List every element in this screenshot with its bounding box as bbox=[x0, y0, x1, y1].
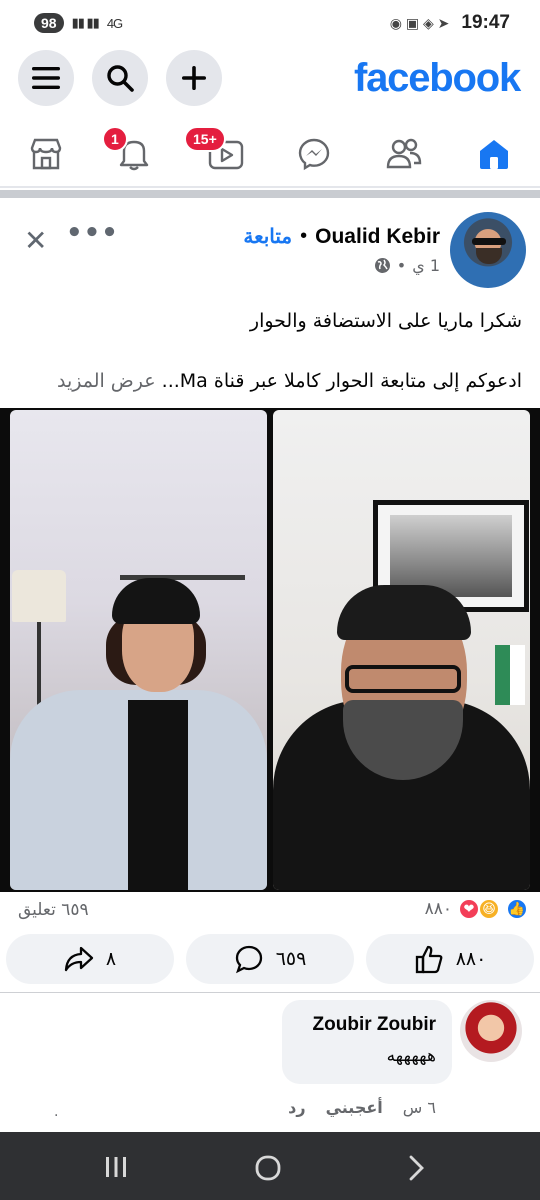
hide-post-button[interactable]: ✕ bbox=[24, 224, 47, 257]
comments-divider bbox=[0, 992, 540, 993]
feed-separator bbox=[0, 190, 540, 198]
author-line: Oualid Kebir • متابعة bbox=[243, 224, 440, 249]
like-count: ٨٨٠ bbox=[455, 948, 487, 970]
commenter-avatar[interactable] bbox=[460, 1000, 522, 1062]
love-reaction-icon: ❤ bbox=[458, 898, 480, 920]
author-name[interactable]: Oualid Kebir bbox=[315, 225, 440, 249]
clock: 19:47 bbox=[461, 12, 510, 33]
tab-bar: 1 15+ bbox=[0, 118, 540, 188]
comment-like-button[interactable]: أعجبني bbox=[326, 1098, 383, 1117]
avatar-glasses bbox=[472, 238, 506, 245]
share-icon bbox=[64, 946, 94, 972]
follow-button[interactable]: متابعة bbox=[243, 224, 292, 249]
post-text-line-2: ادعوكم إلى متابعة الحوار كاملا عبر قناة … bbox=[57, 370, 522, 392]
tab-notifications[interactable]: 1 bbox=[102, 126, 164, 182]
haha-reaction-icon: 😆 bbox=[478, 898, 500, 920]
home-nav-button[interactable] bbox=[254, 1154, 282, 1189]
notification-status-icons: ◉ ▣ ◈ ➤ bbox=[389, 14, 450, 31]
reaction-count: ٨٨٠ bbox=[424, 899, 452, 919]
comment-button[interactable]: ٦٥٩ bbox=[186, 934, 354, 984]
comment-action-count: ٦٥٩ bbox=[275, 948, 307, 970]
post-text-truncated: ادعوكم إلى متابعة الحوار كاملا عبر قناة … bbox=[161, 370, 522, 392]
commenter-name[interactable]: Zoubir Zoubir bbox=[298, 1014, 436, 1036]
globe-icon bbox=[374, 258, 390, 273]
home-circle-icon bbox=[255, 1155, 281, 1181]
recents-button[interactable] bbox=[104, 1154, 128, 1187]
share-button[interactable]: ٨ bbox=[6, 934, 174, 984]
tab-divider bbox=[0, 186, 540, 188]
search-icon bbox=[107, 65, 134, 92]
more-options-button[interactable]: ••• bbox=[66, 218, 119, 248]
lamp-shade bbox=[12, 570, 66, 622]
tab-home[interactable] bbox=[464, 126, 524, 182]
flag bbox=[495, 645, 525, 705]
post-meta: 1 ي • bbox=[374, 256, 440, 275]
see-more-link[interactable]: عرض المزيد bbox=[57, 370, 156, 392]
post-header: Oualid Kebir • متابعة 1 ي • ••• ✕ bbox=[0, 198, 540, 298]
man-glasses bbox=[345, 665, 461, 693]
tab-marketplace[interactable] bbox=[16, 126, 76, 182]
facebook-logo[interactable]: facebook bbox=[354, 56, 521, 101]
create-button[interactable] bbox=[166, 50, 222, 106]
author-avatar[interactable] bbox=[450, 212, 526, 288]
back-button[interactable] bbox=[406, 1154, 426, 1189]
man-hair bbox=[337, 585, 471, 640]
signal-icon: ▮▮ ▮▮ bbox=[71, 15, 100, 30]
tab-messenger[interactable] bbox=[284, 126, 344, 182]
like-reaction-icon: 👍 bbox=[506, 898, 528, 920]
battery-indicator: 98 bbox=[34, 13, 64, 33]
comment-bubble[interactable]: Zoubir Zoubir هههههه bbox=[282, 1000, 452, 1084]
post-text-line-1: شكرا ماريا على الاستضافة والحوار bbox=[249, 310, 522, 332]
comment-meta: ٦ س أعجبني رد bbox=[288, 1098, 436, 1117]
messenger-icon bbox=[298, 138, 330, 171]
friends-icon bbox=[386, 138, 422, 169]
share-count: ٨ bbox=[105, 948, 117, 970]
avatar-beard bbox=[476, 248, 502, 264]
like-icon bbox=[415, 945, 443, 974]
comment-dot: . bbox=[54, 1104, 59, 1120]
status-bar: 98 ▮▮ ▮▮ 4G ◉ ▣ ◈ ➤ 19:47 bbox=[0, 0, 540, 46]
post-video[interactable] bbox=[0, 408, 540, 892]
tab-friends[interactable] bbox=[374, 126, 434, 182]
notification-badge: 1 bbox=[102, 126, 128, 152]
comment-count[interactable]: ٦٥٩ تعليق bbox=[18, 900, 89, 920]
menu-icon bbox=[32, 67, 60, 89]
reaction-icons: 👍 😆 ❤ ٨٨٠ bbox=[425, 898, 528, 920]
network-type: 4G bbox=[106, 15, 123, 31]
post-actions: ٨ ٦٥٩ ٨٨٠ bbox=[0, 934, 540, 986]
reactions-summary[interactable]: 👍 😆 ❤ ٨٨٠ ٦٥٩ تعليق bbox=[0, 898, 540, 928]
video-panel-right bbox=[273, 410, 530, 890]
woman-shirt bbox=[128, 700, 188, 890]
close-icon: ✕ bbox=[24, 224, 48, 257]
separator-dot: • bbox=[300, 225, 308, 247]
more-icon: ••• bbox=[66, 218, 119, 248]
comment-icon bbox=[235, 945, 262, 974]
comment-time: ٦ س bbox=[402, 1098, 436, 1117]
tab-video[interactable]: 15+ bbox=[184, 126, 256, 182]
plus-icon bbox=[182, 66, 206, 90]
search-button[interactable] bbox=[92, 50, 148, 106]
home-icon bbox=[480, 140, 508, 169]
like-button[interactable]: ٨٨٠ bbox=[366, 934, 534, 984]
app-header: facebook bbox=[0, 50, 540, 108]
video-panel-left bbox=[10, 410, 267, 890]
recents-icon bbox=[106, 1157, 126, 1177]
video-badge: 15+ bbox=[184, 126, 226, 152]
comment-reply-button[interactable]: رد bbox=[288, 1098, 305, 1117]
post-time: 1 ي bbox=[412, 256, 440, 275]
menu-button[interactable] bbox=[18, 50, 74, 106]
chevron-right-icon bbox=[409, 1155, 424, 1181]
meta-dot: • bbox=[396, 256, 407, 275]
comment-text: هههههه bbox=[386, 1046, 436, 1066]
marketplace-icon bbox=[30, 138, 62, 170]
woman-cap bbox=[112, 578, 200, 624]
android-nav-bar bbox=[0, 1132, 540, 1200]
